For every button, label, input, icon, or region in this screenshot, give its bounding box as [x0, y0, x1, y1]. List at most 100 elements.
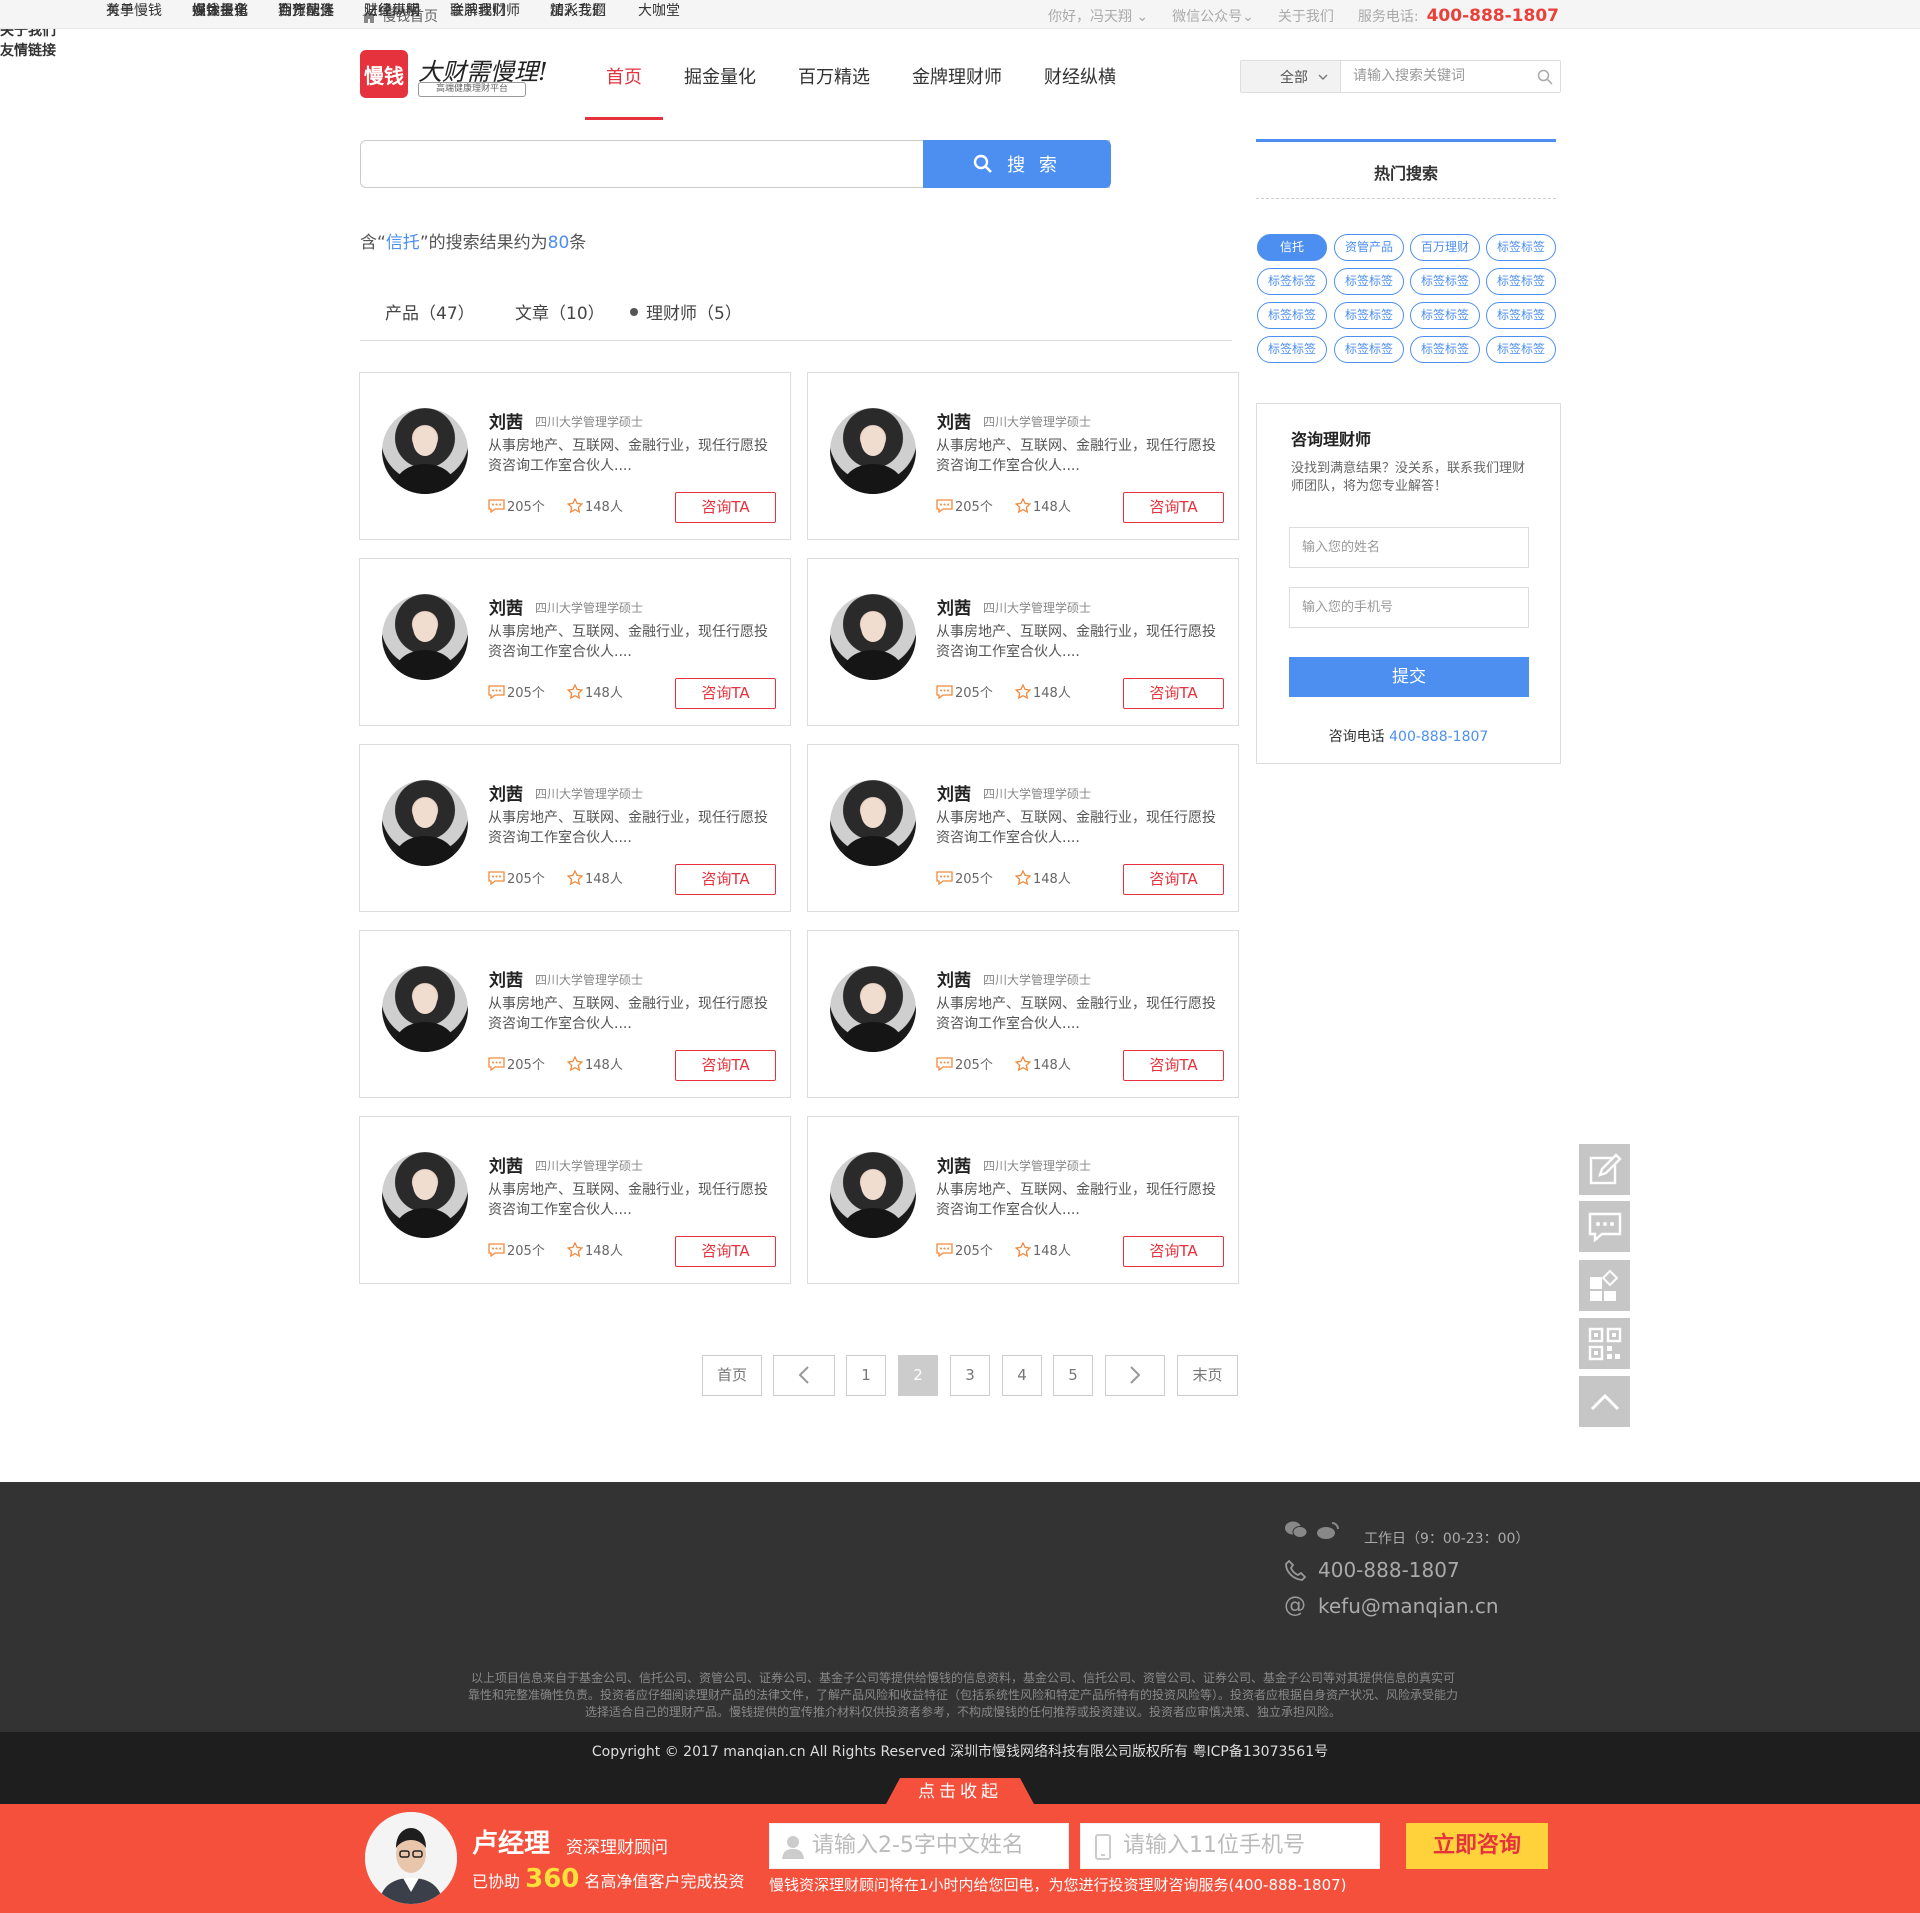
- page-number-current[interactable]: 2: [898, 1355, 938, 1396]
- footer-link[interactable]: 加入我们: [550, 0, 606, 20]
- message-tool[interactable]: [1579, 1201, 1630, 1252]
- edit-tool[interactable]: [1579, 1144, 1630, 1195]
- page-next[interactable]: [1105, 1355, 1165, 1396]
- wechat-icon[interactable]: [1284, 1520, 1308, 1540]
- footer-email[interactable]: kefu@manqian.cn: [1318, 1594, 1499, 1618]
- footer-link[interactable]: 有单: [106, 0, 134, 20]
- consult-advisor-button[interactable]: 咨询TA: [675, 1236, 776, 1267]
- advisor-description: 从事房地产、互联网、金融行业，现任行愿投资咨询工作室合伙人....: [488, 438, 768, 474]
- hot-search-tag[interactable]: 信托: [1257, 234, 1327, 261]
- consult-advisor-button[interactable]: 咨询TA: [1123, 1236, 1224, 1267]
- footer-link[interactable]: 法律声明: [364, 0, 420, 20]
- search-icon[interactable]: [1530, 61, 1560, 92]
- bottom-note: 慢钱资深理财顾问将在1小时内给您回电，为您进行投资理财咨询服务(400-888-…: [769, 1876, 1347, 1894]
- footer-link[interactable]: 慢钱头条: [192, 0, 248, 20]
- nav-finance[interactable]: 财经纵横: [1023, 0, 1137, 120]
- advisor-card[interactable]: 刘茜 四川大学管理学硕士 从事房地产、互联网、金融行业，现任行愿投资咨询工作室合伙人…: [807, 930, 1239, 1098]
- hot-search-tag[interactable]: 标签标签: [1410, 268, 1480, 295]
- consult-advisor-button[interactable]: 咨询TA: [675, 1050, 776, 1081]
- consult-name-input[interactable]: 输入您的姓名: [1289, 527, 1529, 568]
- consult-title: 咨询理财师: [1291, 430, 1372, 449]
- back-to-top-tool[interactable]: [1579, 1376, 1630, 1427]
- advisor-comments: 205个: [488, 1054, 545, 1073]
- page-last[interactable]: 末页: [1177, 1355, 1238, 1396]
- footer-row-title: 友情链接: [0, 43, 56, 59]
- consult-advisor-button[interactable]: 咨询TA: [1123, 1050, 1224, 1081]
- advisor-card[interactable]: 刘茜 四川大学管理学硕士 从事房地产、互联网、金融行业，现任行愿投资咨询工作室合伙人…: [807, 744, 1239, 912]
- page-first[interactable]: 首页: [702, 1355, 762, 1396]
- advisor-description: 从事房地产、互联网、金融行业，现任行愿投资咨询工作室合伙人....: [936, 996, 1216, 1032]
- tab-products[interactable]: 产品（47）: [385, 299, 475, 324]
- header-search-input[interactable]: 请输入搜索关键词: [1341, 61, 1530, 92]
- logo[interactable]: 慢钱: [360, 50, 408, 98]
- apps-tool[interactable]: [1579, 1260, 1630, 1311]
- hot-search-tag[interactable]: 标签标签: [1410, 336, 1480, 363]
- consult-advisor-button[interactable]: 咨询TA: [675, 864, 776, 895]
- advisor-card[interactable]: 刘茜 四川大学管理学硕士 从事房地产、互联网、金融行业，现任行愿投资咨询工作室合伙人…: [359, 558, 791, 726]
- hot-search-tag[interactable]: 标签标签: [1410, 302, 1480, 329]
- search-icon: [973, 154, 993, 173]
- star-icon: [567, 1056, 583, 1071]
- consult-advisor-button[interactable]: 咨询TA: [1123, 678, 1224, 709]
- hot-search-tag[interactable]: 标签标签: [1486, 336, 1556, 363]
- hot-search-tag[interactable]: 标签标签: [1334, 302, 1404, 329]
- wechat-link[interactable]: 微信公众号⌄: [1172, 6, 1254, 26]
- advisor-name: 刘茜: [937, 599, 971, 619]
- hot-search-tag[interactable]: 标签标签: [1257, 336, 1327, 363]
- about-link[interactable]: 关于我们: [1278, 6, 1334, 26]
- hot-search-tag[interactable]: 标签标签: [1486, 268, 1556, 295]
- footer-link[interactable]: 期货配资: [278, 0, 334, 20]
- weibo-icon[interactable]: [1316, 1520, 1340, 1540]
- collapse-button[interactable]: 点击收起: [885, 1778, 1035, 1806]
- hot-search-tag[interactable]: 标签标签: [1486, 234, 1556, 261]
- hot-search-tag[interactable]: 百万理财: [1410, 234, 1480, 261]
- search-scope-select[interactable]: 全部: [1241, 61, 1341, 92]
- consult-phone-input[interactable]: 输入您的手机号: [1289, 587, 1529, 628]
- page-number[interactable]: 1: [846, 1355, 886, 1396]
- page-prev[interactable]: [773, 1355, 835, 1396]
- hot-search-tag[interactable]: 标签标签: [1334, 268, 1404, 295]
- nav-million[interactable]: 百万精选: [777, 0, 891, 120]
- page-number[interactable]: 4: [1002, 1355, 1042, 1396]
- tab-advisors[interactable]: 理财师（5）: [630, 299, 742, 324]
- consult-advisor-button[interactable]: 咨询TA: [675, 678, 776, 709]
- advisor-card[interactable]: 刘茜 四川大学管理学硕士 从事房地产、互联网、金融行业，现任行愿投资咨询工作室合伙人…: [359, 930, 791, 1098]
- consult-advisor-button[interactable]: 咨询TA: [1123, 864, 1224, 895]
- advisor-avatar: [830, 594, 916, 680]
- hot-search-tag[interactable]: 标签标签: [1257, 302, 1327, 329]
- advisor-card[interactable]: 刘茜 四川大学管理学硕士 从事房地产、互联网、金融行业，现任行愿投资咨询工作室合伙人…: [807, 372, 1239, 540]
- hot-search-tag[interactable]: 标签标签: [1334, 336, 1404, 363]
- advisor-fans: 148人: [567, 496, 623, 515]
- advisor-card[interactable]: 刘茜 四川大学管理学硕士 从事房地产、互联网、金融行业，现任行愿投资咨询工作室合伙人…: [807, 1116, 1239, 1284]
- footer-link[interactable]: 联系我们: [450, 0, 506, 20]
- hot-search-tag[interactable]: 标签标签: [1486, 302, 1556, 329]
- footer-link[interactable]: 大咖堂: [638, 0, 680, 20]
- advisor-comments: 205个: [936, 682, 993, 701]
- nav-advisor[interactable]: 金牌理财师: [891, 0, 1023, 120]
- advisor-card[interactable]: 刘茜 四川大学管理学硕士 从事房地产、互联网、金融行业，现任行愿投资咨询工作室合伙人…: [359, 1116, 791, 1284]
- main-search-button[interactable]: 搜 索: [923, 140, 1111, 188]
- qrcode-tool[interactable]: [1579, 1318, 1630, 1369]
- comment-icon: [936, 684, 953, 699]
- hot-search-tag[interactable]: 标签标签: [1257, 268, 1327, 295]
- consult-submit-button[interactable]: 提交: [1289, 657, 1529, 697]
- bottom-name-input[interactable]: 请输入2-5字中文姓名: [769, 1823, 1069, 1869]
- advisor-card[interactable]: 刘茜 四川大学管理学硕士 从事房地产、互联网、金融行业，现任行愿投资咨询工作室合伙人…: [359, 744, 791, 912]
- tab-articles[interactable]: 文章（10）: [515, 299, 605, 324]
- bottom-phone-input[interactable]: 请输入11位手机号: [1080, 1823, 1380, 1869]
- page-number[interactable]: 5: [1053, 1355, 1093, 1396]
- consult-advisor-button[interactable]: 咨询TA: [675, 492, 776, 523]
- advisor-name: 刘茜: [937, 413, 971, 433]
- page-number[interactable]: 3: [950, 1355, 990, 1396]
- advisor-description: 从事房地产、互联网、金融行业，现任行愿投资咨询工作室合伙人....: [936, 810, 1216, 846]
- advisor-card[interactable]: 刘茜 四川大学管理学硕士 从事房地产、互联网、金融行业，现任行愿投资咨询工作室合伙人…: [359, 372, 791, 540]
- nav-quant[interactable]: 掘金量化: [663, 0, 777, 120]
- edit-icon: [1589, 1152, 1622, 1184]
- hot-search-title: 热门搜索: [1373, 164, 1438, 183]
- hot-search-tag[interactable]: 资管产品: [1334, 234, 1404, 261]
- advisor-card[interactable]: 刘茜 四川大学管理学硕士 从事房地产、互联网、金融行业，现任行愿投资咨询工作室合伙人…: [807, 558, 1239, 726]
- advisor-name: 刘茜: [489, 785, 523, 805]
- advisor-comments: 205个: [488, 682, 545, 701]
- bottom-submit-button[interactable]: 立即咨询: [1406, 1823, 1548, 1869]
- consult-advisor-button[interactable]: 咨询TA: [1123, 492, 1224, 523]
